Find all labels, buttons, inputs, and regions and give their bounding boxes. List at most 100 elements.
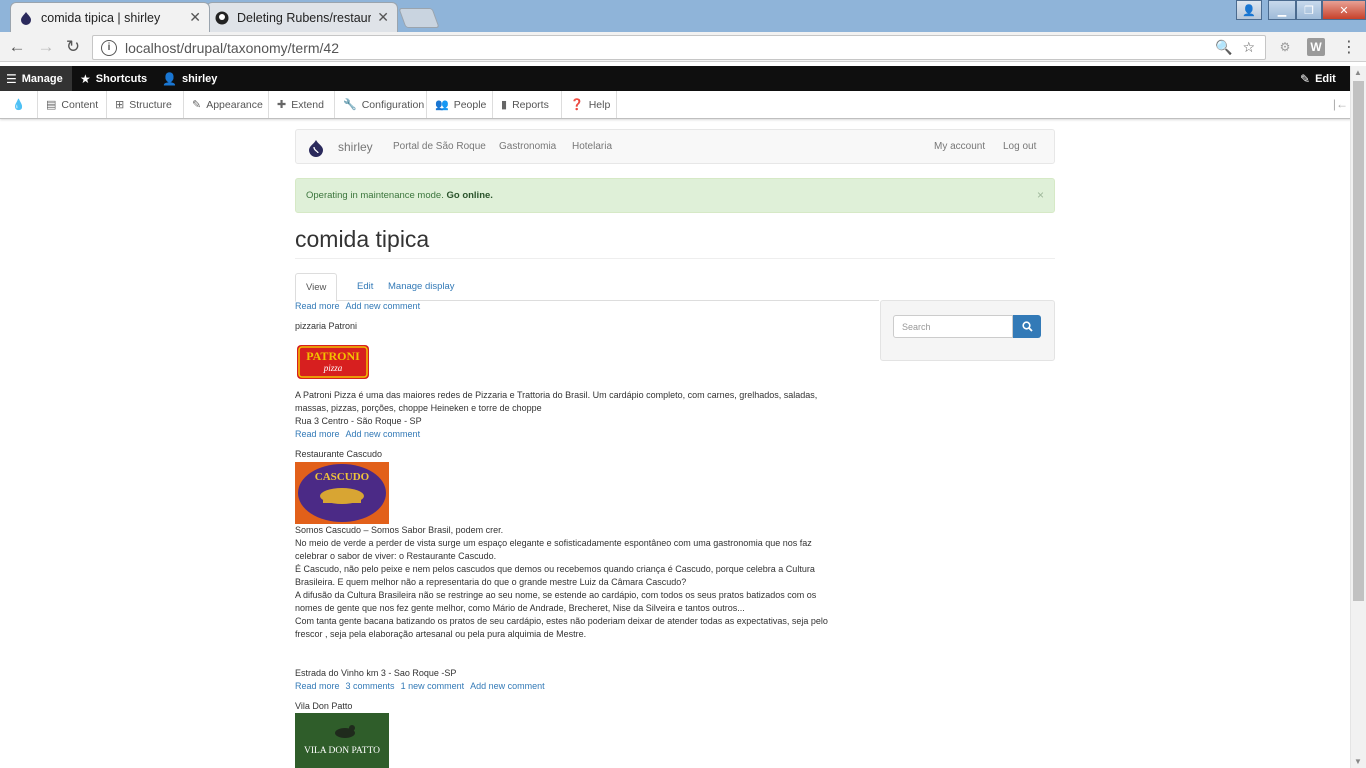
- drupal-icon: [21, 11, 31, 25]
- close-tab-icon[interactable]: ✕: [189, 9, 201, 26]
- extension-w-icon[interactable]: W: [1307, 38, 1325, 56]
- user-icon: 👤: [162, 71, 177, 86]
- shortcuts-button[interactable]: ★ Shortcuts: [74, 66, 153, 91]
- read-more-link[interactable]: Read more: [295, 429, 340, 439]
- title-divider: [295, 258, 1055, 259]
- forward-icon[interactable]: →: [35, 36, 57, 58]
- scrollbar-thumb[interactable]: [1353, 81, 1364, 601]
- body-line: massas, pizzas, porções, choppe Heineken…: [295, 403, 542, 413]
- scroll-up-icon[interactable]: ▲: [1354, 68, 1362, 77]
- bookmark-star-icon[interactable]: ☆: [1242, 39, 1255, 56]
- node-title[interactable]: Vila Don Patto: [295, 700, 855, 713]
- add-comment-link[interactable]: Add new comment: [470, 681, 545, 691]
- new-comment-link[interactable]: 1 new comment: [401, 681, 465, 691]
- node-title[interactable]: pizzaria Patroni: [295, 320, 855, 333]
- search-button[interactable]: [1013, 315, 1041, 338]
- menu-kebab-icon[interactable]: ⋮: [1340, 38, 1358, 56]
- browser-toolbar: ← → ↻ i localhost/drupal/taxonomy/term/4…: [0, 32, 1366, 62]
- minimize-button[interactable]: ▁: [1268, 0, 1296, 20]
- url-text: localhost/drupal/taxonomy/term/42: [125, 39, 339, 56]
- read-more-link[interactable]: Read more: [295, 681, 340, 691]
- site-brand[interactable]: shirley: [338, 140, 373, 154]
- maximize-button[interactable]: ❐: [1296, 0, 1322, 20]
- patroni-pizza-logo[interactable]: PATRONI pizza: [297, 345, 369, 379]
- bar-chart-icon: ▮: [501, 99, 508, 111]
- tab-github-deleting[interactable]: Deleting Rubens/restaurante ✕: [206, 2, 398, 32]
- add-comment-link[interactable]: Add new comment: [346, 301, 421, 311]
- tray-item-appearance[interactable]: ✎ Appearance: [184, 91, 269, 118]
- extension-icon[interactable]: ⚙: [1276, 38, 1294, 56]
- wrench-icon: 🔧: [343, 99, 357, 111]
- body-line: É Cascudo, não pelo peixe e nem pelos ca…: [295, 564, 815, 574]
- logo-text: PATRONI: [306, 349, 360, 363]
- pencil-icon: ✎: [1300, 71, 1311, 86]
- star-icon: ★: [80, 71, 91, 86]
- back-icon[interactable]: ←: [6, 36, 28, 58]
- drupal-home-icon[interactable]: 💧: [0, 91, 38, 118]
- log-out-link[interactable]: Log out: [1003, 141, 1036, 152]
- address-bar[interactable]: i localhost/drupal/taxonomy/term/42 🔍 ☆: [92, 35, 1266, 60]
- site-navbar: shirley Portal de São Roque Gastronomia …: [295, 129, 1055, 164]
- tray-label: People: [453, 98, 487, 111]
- vila-don-patto-logo[interactable]: VILA DON PATTO: [295, 713, 389, 768]
- drupal-logo-icon[interactable]: [308, 139, 324, 157]
- body-line: celebrar o sabor de viver: o Restaurante…: [295, 551, 497, 561]
- manage-button[interactable]: ☰ Manage: [0, 66, 72, 91]
- nav-link-portal[interactable]: Portal de São Roque: [393, 141, 486, 152]
- collapse-tray-icon[interactable]: |←: [1333, 97, 1348, 111]
- go-online-link[interactable]: Go online.: [446, 190, 492, 201]
- tray-item-structure[interactable]: ⊞ Structure: [107, 91, 184, 118]
- new-tab-button[interactable]: [398, 8, 440, 28]
- tray-label: Reports: [512, 98, 549, 111]
- tray-label: Appearance: [206, 98, 263, 111]
- manage-label: Manage: [21, 72, 63, 85]
- logo-subtext: pizza: [323, 363, 343, 373]
- cascudo-logo[interactable]: CASCUDO: [295, 462, 389, 524]
- help-icon: ❓: [570, 99, 584, 111]
- body-line: Brasileira. E quem melhor não a represen…: [295, 577, 687, 587]
- reload-icon[interactable]: ↻: [62, 36, 84, 58]
- logo-text: CASCUDO: [315, 471, 370, 483]
- add-comment-link[interactable]: Add new comment: [346, 429, 421, 439]
- comments-link[interactable]: 3 comments: [346, 681, 395, 691]
- sitemap-icon: ⊞: [115, 99, 125, 111]
- close-alert-icon[interactable]: ×: [1037, 188, 1044, 202]
- close-window-button[interactable]: ✕: [1322, 0, 1366, 20]
- tray-item-extend[interactable]: ✚ Extend: [269, 91, 335, 118]
- my-account-link[interactable]: My account: [934, 141, 985, 152]
- tray-item-people[interactable]: 👥 People: [427, 91, 493, 118]
- page-scrollbar[interactable]: ▲ ▼: [1350, 66, 1366, 768]
- node-title[interactable]: Restaurante Cascudo: [295, 448, 855, 461]
- node-links: Read more 3 comments 1 new comment Add new …: [295, 680, 855, 693]
- tray-item-content[interactable]: ▤ Content: [38, 91, 107, 118]
- edit-mode-button[interactable]: ✎ Edit: [1294, 66, 1342, 91]
- nav-link-hotelaria[interactable]: Hotelaria: [572, 141, 612, 152]
- tab-comida-tipica[interactable]: comida tipica | shirley ✕: [10, 2, 210, 32]
- people-icon: 👥: [435, 99, 449, 111]
- search-input[interactable]: Search: [893, 315, 1013, 338]
- body-line: nomes de gente que nos fez gente melhor,…: [295, 603, 745, 613]
- zoom-icon[interactable]: 🔍: [1215, 39, 1232, 56]
- body-line: Estrada do Vinho km 3 - Sao Roque -SP: [295, 668, 457, 678]
- tray-item-configuration[interactable]: 🔧 Configuration: [335, 91, 427, 118]
- tab-view[interactable]: View: [295, 273, 338, 302]
- tab-manage-display[interactable]: Manage display: [378, 273, 465, 301]
- tray-label: Help: [588, 98, 611, 111]
- logo-text: VILA DON PATTO: [304, 746, 380, 756]
- info-icon[interactable]: i: [101, 39, 117, 56]
- read-more-link[interactable]: Read more: [295, 301, 340, 311]
- page-title: comida tipica: [295, 226, 430, 252]
- tray-item-reports[interactable]: ▮ Reports: [493, 91, 562, 118]
- body-line: A difusão da Cultura Brasileira não se r…: [295, 590, 817, 600]
- user-button[interactable]: 👤 shirley: [156, 66, 223, 91]
- nav-link-gastronomia[interactable]: Gastronomia: [499, 141, 556, 152]
- close-tab-icon[interactable]: ✕: [377, 9, 389, 26]
- edit-label: Edit: [1315, 72, 1336, 85]
- profile-icon[interactable]: 👤: [1236, 0, 1262, 20]
- node-links: Read more Add new comment: [295, 428, 855, 441]
- window-controls: 👤 ▁ ❐ ✕: [1236, 0, 1366, 20]
- tray-item-help[interactable]: ❓ Help: [562, 91, 617, 118]
- body-line: No meio de verde a perder de vista surge…: [295, 538, 812, 548]
- scroll-down-icon[interactable]: ▼: [1354, 757, 1362, 766]
